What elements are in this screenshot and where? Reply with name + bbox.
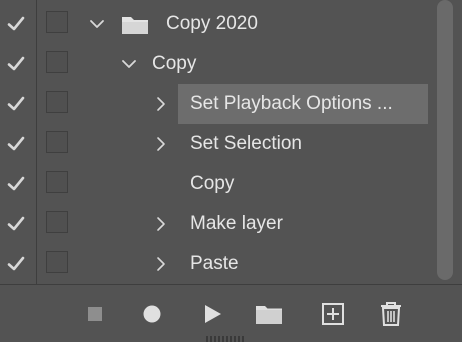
actions-toolbar [0, 284, 462, 342]
action-step-label: Set Playback Options ... [178, 84, 428, 124]
stop-icon[interactable] [79, 297, 111, 329]
checkmark-icon[interactable] [6, 254, 26, 274]
action-row[interactable]: Copy [0, 44, 432, 84]
dialog-toggle-box[interactable] [46, 131, 68, 153]
action-set-row[interactable]: Copy 2020 [0, 4, 432, 44]
action-step-row[interactable]: Set Playback Options ... [0, 84, 432, 124]
action-step-row[interactable]: Make layer [0, 204, 432, 244]
action-step-label: Paste [190, 253, 239, 274]
action-step-row[interactable]: Set Selection [0, 124, 432, 164]
checkmark-icon[interactable] [6, 94, 26, 114]
action-set-label: Copy 2020 [166, 13, 258, 34]
play-icon[interactable] [196, 297, 228, 329]
dialog-toggle-box[interactable] [46, 171, 68, 193]
dialog-toggle-box[interactable] [46, 251, 68, 273]
chevron-down-icon[interactable] [121, 56, 137, 72]
checkmark-icon[interactable] [6, 14, 26, 34]
chevron-right-icon[interactable] [153, 216, 169, 232]
action-step-row[interactable]: Copy [0, 164, 432, 204]
new-action-icon[interactable] [317, 297, 349, 329]
action-label: Copy [152, 53, 197, 74]
action-step-row[interactable]: Paste [0, 244, 432, 284]
action-step-label: Copy [190, 173, 235, 194]
action-step-label: Set Selection [190, 133, 302, 154]
dialog-toggle-box[interactable] [46, 11, 68, 33]
record-icon[interactable] [136, 297, 168, 329]
dialog-toggle-box[interactable] [46, 91, 68, 113]
actions-panel: Copy 2020 Copy Set Playback Options ... [0, 0, 462, 342]
checkmark-icon[interactable] [6, 174, 26, 194]
chevron-down-icon[interactable] [89, 16, 105, 32]
checkmark-icon[interactable] [6, 54, 26, 74]
action-step-label: Make layer [190, 213, 283, 234]
chevron-right-icon[interactable] [153, 96, 169, 112]
actions-list: Copy 2020 Copy Set Playback Options ... [0, 0, 432, 284]
scrollbar-thumb[interactable] [437, 0, 453, 280]
dialog-toggle-box[interactable] [46, 211, 68, 233]
dialog-toggle-box[interactable] [46, 51, 68, 73]
new-set-folder-icon[interactable] [253, 297, 285, 329]
chevron-right-icon[interactable] [153, 136, 169, 152]
resize-grip[interactable] [206, 336, 246, 342]
checkmark-icon[interactable] [6, 134, 26, 154]
chevron-right-icon[interactable] [153, 256, 169, 272]
checkmark-icon[interactable] [6, 214, 26, 234]
delete-icon[interactable] [375, 297, 407, 329]
folder-icon [120, 14, 150, 36]
